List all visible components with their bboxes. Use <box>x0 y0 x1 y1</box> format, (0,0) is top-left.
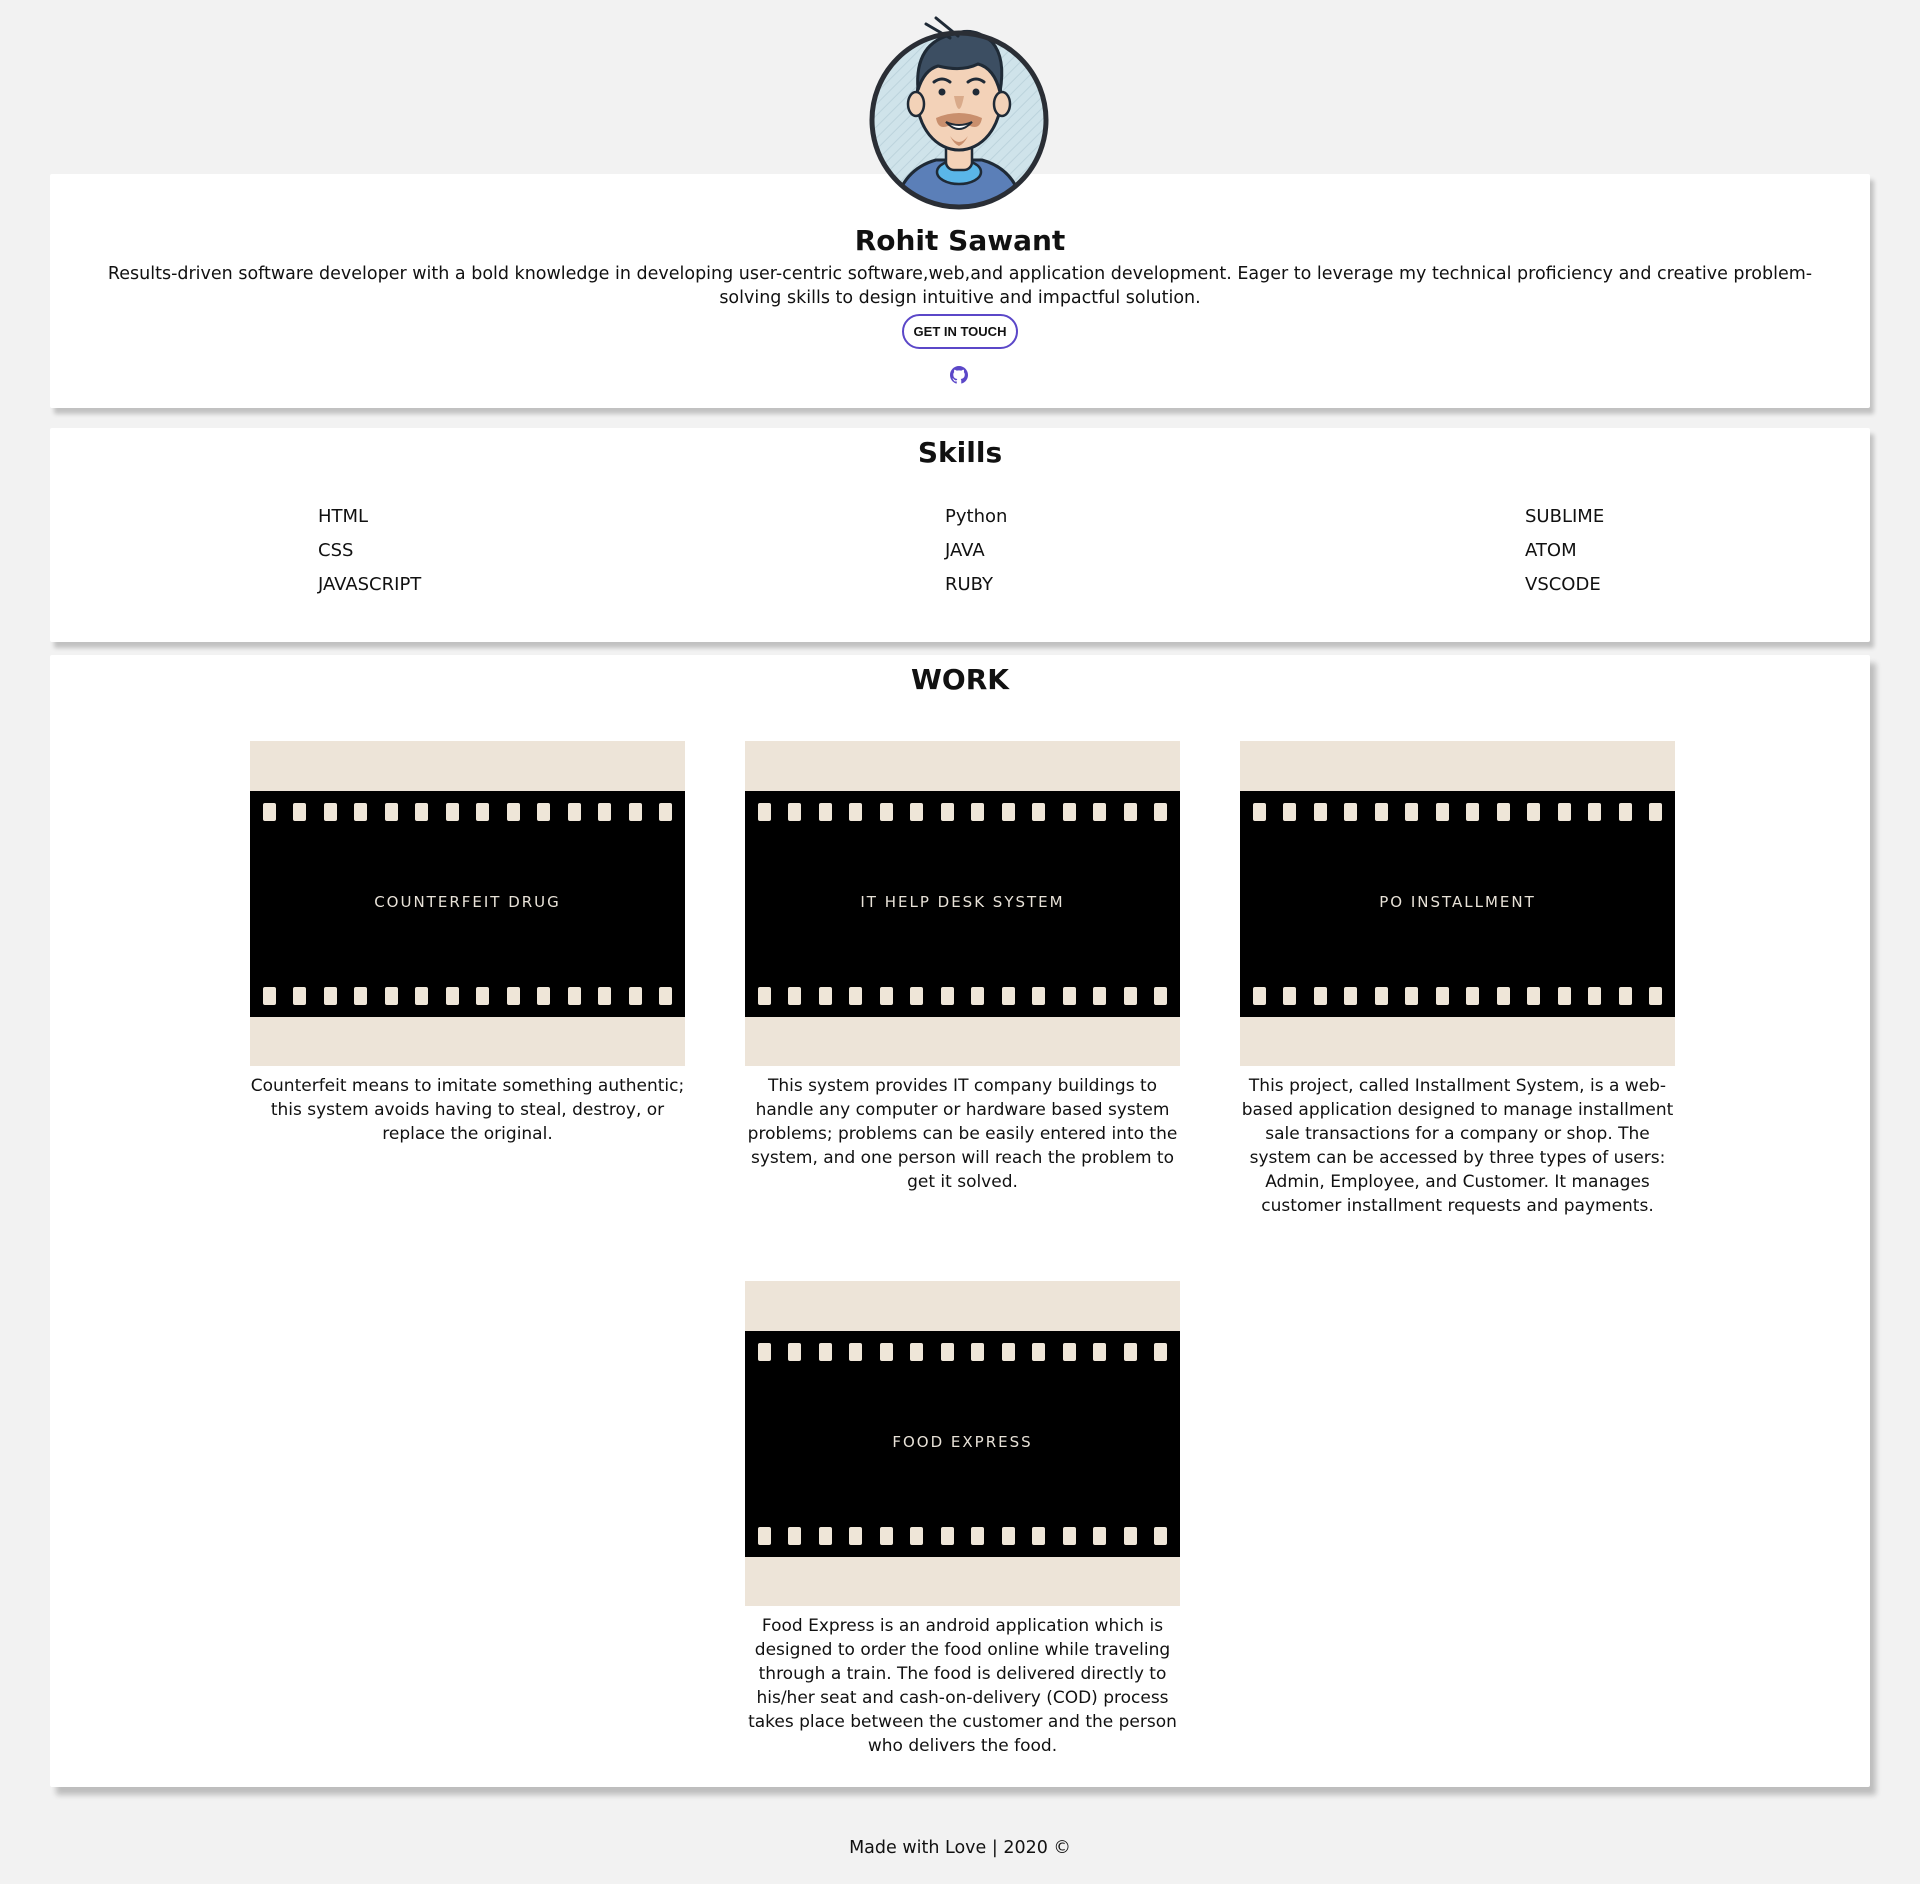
film-strip: PO INSTALLMENT <box>1240 791 1675 1017</box>
project-thumbnail[interactable]: IT HELP DESK SYSTEM <box>745 741 1180 1066</box>
portfolio-page: Rohit Sawant Results-driven software dev… <box>0 0 1920 1884</box>
skills-column-languages: Python JAVA RUBY <box>945 500 1007 602</box>
profile-name: Rohit Sawant <box>854 224 1066 257</box>
skill-item: Python <box>945 506 1008 527</box>
project-thumbnail[interactable]: PO INSTALLMENT <box>1240 741 1675 1066</box>
skill-item: CSS <box>318 540 354 561</box>
github-icon-glyph <box>950 366 968 384</box>
profile-bio: Results-driven software developer with a… <box>107 264 1813 308</box>
skills-title: Skills <box>917 436 1003 469</box>
skill-item: VSCODE <box>1525 574 1601 595</box>
work-card: WORK COUNTERFEIT DRUG Counterfeit means … <box>50 655 1870 1787</box>
project-thumbnail[interactable]: COUNTERFEIT DRUG <box>250 741 685 1066</box>
skill-item: SUBLIME <box>1525 506 1605 527</box>
project-description: This project, called Installment System,… <box>1241 1076 1674 1216</box>
project-label: IT HELP DESK SYSTEM <box>860 893 1065 911</box>
project-description: This system provides IT company building… <box>747 1076 1178 1192</box>
project-description: Counterfeit means to imitate something a… <box>250 1076 685 1144</box>
film-strip: IT HELP DESK SYSTEM <box>745 791 1180 1017</box>
github-icon[interactable] <box>950 366 968 384</box>
project-label: PO INSTALLMENT <box>1379 893 1536 911</box>
skill-item: JAVA <box>945 540 985 561</box>
project-label: FOOD EXPRESS <box>892 1433 1033 1451</box>
skills-column-editors: SUBLIME ATOM VSCODE <box>1525 500 1604 602</box>
get-in-touch-button[interactable]: GET IN TOUCH <box>902 314 1018 349</box>
project-thumbnail[interactable]: FOOD EXPRESS <box>745 1281 1180 1606</box>
work-item-food-express: FOOD EXPRESS Food Express is an android … <box>745 1281 1180 1758</box>
skill-item: RUBY <box>945 574 994 595</box>
skill-item: ATOM <box>1525 540 1577 561</box>
avatar <box>866 12 1052 212</box>
work-item-counterfeit-drug: COUNTERFEIT DRUG Counterfeit means to im… <box>250 741 685 1146</box>
skill-item: HTML <box>318 506 369 527</box>
project-description: Food Express is an android application w… <box>748 1616 1177 1756</box>
project-label: COUNTERFEIT DRUG <box>374 893 561 911</box>
work-item-po-installment: PO INSTALLMENT This project, called Inst… <box>1240 741 1675 1218</box>
work-item-it-help-desk: IT HELP DESK SYSTEM This system provides… <box>745 741 1180 1194</box>
film-strip: COUNTERFEIT DRUG <box>250 791 685 1017</box>
developer-avatar-icon <box>869 16 1049 210</box>
work-title: WORK <box>911 663 1009 696</box>
skills-card: Skills HTML CSS JAVASCRIPT Python JAVA R… <box>50 428 1870 642</box>
film-strip: FOOD EXPRESS <box>745 1331 1180 1557</box>
footer-text: Made with Love | 2020 © <box>849 1838 1071 1858</box>
skills-column-languages-web: HTML CSS JAVASCRIPT <box>318 500 421 602</box>
skill-item: JAVASCRIPT <box>318 574 422 595</box>
